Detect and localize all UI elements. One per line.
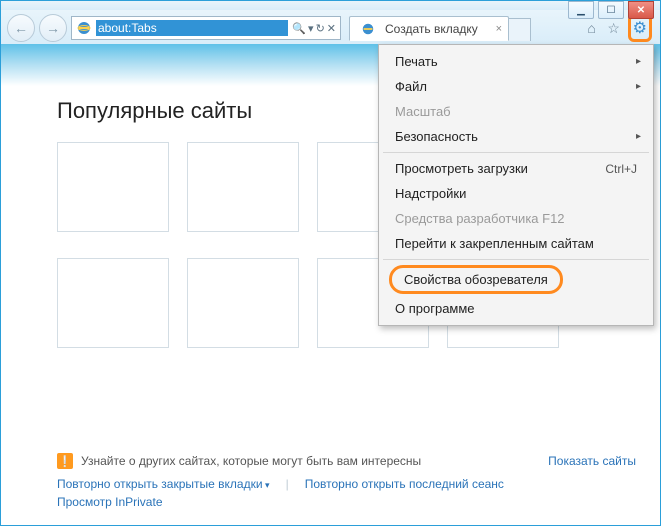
address-bar[interactable]: about:Tabs 🔍 ▾ ↻ ✕ — [71, 16, 341, 40]
menu-zoom: Масштаб — [381, 99, 651, 124]
menu-separator — [383, 259, 649, 260]
stop-icon[interactable]: ✕ — [327, 22, 336, 35]
address-controls: 🔍 ▾ ↻ ✕ — [288, 22, 340, 35]
menu-pinned-sites[interactable]: Перейти к закрепленным сайтам — [381, 231, 651, 256]
menu-downloads[interactable]: Просмотреть загрузкиCtrl+J — [381, 156, 651, 181]
home-icon[interactable]: ⌂ — [584, 20, 600, 36]
tab-close-icon[interactable]: × — [496, 23, 502, 35]
tab-title: Создать вкладку — [385, 22, 478, 36]
navigation-bar: ← → about:Tabs 🔍 ▾ ↻ ✕ Создать вкладку ×… — [1, 10, 660, 44]
menu-internet-options[interactable]: Свойства обозревателя — [389, 265, 563, 294]
site-tile[interactable] — [57, 142, 169, 232]
window-close-button[interactable]: ✕ — [628, 1, 654, 19]
back-button[interactable]: ← — [7, 14, 35, 42]
tab-new[interactable]: Создать вкладку × — [349, 16, 509, 41]
menu-addons[interactable]: Надстройки — [381, 181, 651, 206]
window-maximize-button[interactable]: ☐ — [598, 1, 624, 19]
ie-logo-icon — [75, 19, 93, 37]
inprivate-link[interactable]: Просмотр InPrivate — [57, 495, 163, 509]
show-sites-link[interactable]: Показать сайты — [548, 454, 636, 468]
site-tile[interactable] — [57, 258, 169, 348]
menu-devtools: Средства разработчика F12 — [381, 206, 651, 231]
search-icon[interactable]: 🔍 — [292, 22, 306, 35]
tab-ie-icon — [359, 20, 377, 38]
window-minimize-button[interactable]: ▁ — [568, 1, 594, 19]
new-tab-button[interactable] — [509, 18, 531, 41]
shortcut-label: Ctrl+J — [605, 162, 637, 176]
site-tile[interactable] — [187, 142, 299, 232]
title-bar — [1, 1, 660, 10]
site-tile[interactable] — [187, 258, 299, 348]
tab-strip: Создать вкладку × — [349, 15, 574, 41]
refresh-icon[interactable]: ↻ — [316, 22, 325, 35]
menu-print[interactable]: Печать — [381, 49, 651, 74]
menu-safety[interactable]: Безопасность — [381, 124, 651, 149]
menu-about[interactable]: О программе — [381, 296, 651, 321]
address-text[interactable]: about:Tabs — [96, 20, 288, 36]
reopen-closed-tabs-link[interactable]: Повторно открыть закрытые вкладки — [57, 477, 270, 491]
separator: | — [286, 477, 289, 491]
menu-separator — [383, 152, 649, 153]
discover-text: Узнайте о других сайтах, которые могут б… — [81, 454, 421, 468]
favorites-icon[interactable]: ☆ — [606, 20, 622, 37]
bulb-icon: ❕ — [57, 453, 73, 469]
footer: ❕ Узнайте о других сайтах, которые могут… — [57, 453, 636, 509]
menu-file[interactable]: Файл — [381, 74, 651, 99]
tools-gear-icon[interactable]: ⚙ — [633, 20, 647, 37]
tools-menu: Печать Файл Масштаб Безопасность Просмот… — [378, 44, 654, 326]
address-dropdown-icon[interactable]: ▾ — [308, 22, 314, 35]
forward-button[interactable]: → — [39, 14, 67, 42]
reopen-session-link[interactable]: Повторно открыть последний сеанс — [305, 477, 504, 491]
